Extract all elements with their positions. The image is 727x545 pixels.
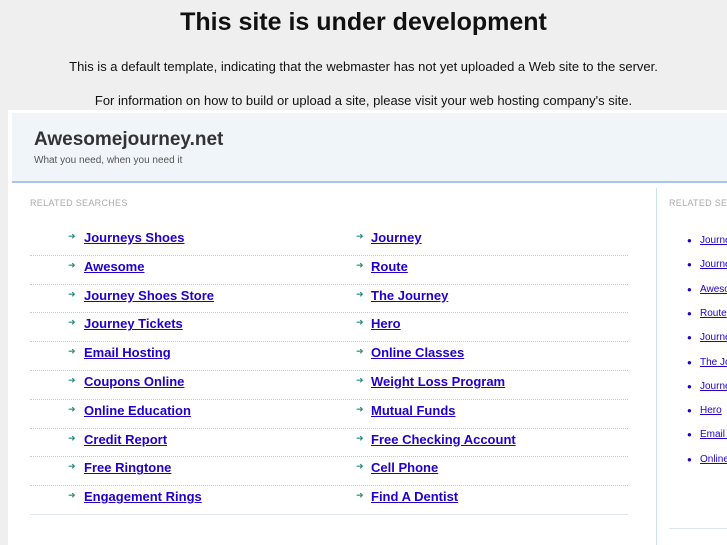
arrow-icon: ➜ xyxy=(356,231,364,241)
site-tagline: What you need, when you need it xyxy=(34,155,183,166)
arrow-icon: ➜ xyxy=(356,259,364,270)
sidebar-link[interactable]: The Journey xyxy=(700,357,727,368)
sidebar-link[interactable]: Journey xyxy=(700,259,727,270)
site-name[interactable]: Awesomejourney.net xyxy=(34,129,223,151)
sidebar-link[interactable]: Awesome xyxy=(700,284,727,295)
search-row: ➜ Journeys Shoes ➜ Journey xyxy=(30,226,628,256)
search-link[interactable]: Journey Shoes Store xyxy=(84,288,214,303)
search-link[interactable]: Journey xyxy=(371,230,422,245)
search-link[interactable]: Online Classes xyxy=(371,345,464,360)
related-searches-heading: RELATED SEARCHES xyxy=(30,198,128,208)
arrow-icon: ➜ xyxy=(356,490,364,501)
bullet-icon: ● xyxy=(687,236,692,245)
notice-line-1: This is a default template, indicating t… xyxy=(69,59,658,74)
search-link[interactable]: Cell Phone xyxy=(371,460,438,475)
site-header: Awesomejourney.net What you need, when y… xyxy=(12,113,727,183)
arrow-icon: ➜ xyxy=(356,375,364,385)
bullet-icon: ● xyxy=(687,430,692,440)
search-link[interactable]: Free Checking Account xyxy=(371,432,516,447)
search-link[interactable]: Mutual Funds xyxy=(371,403,456,418)
arrow-icon: ➜ xyxy=(356,461,364,472)
search-link[interactable]: Route xyxy=(371,259,408,274)
sidebar-divider xyxy=(669,528,727,529)
bullet-icon: ● xyxy=(687,454,692,464)
arrow-icon: ➜ xyxy=(356,288,364,299)
sidebar-link[interactable]: Route xyxy=(700,308,727,319)
search-row: ➜ Email Hosting ➜ Online Classes xyxy=(30,341,628,371)
arrow-icon: ➜ xyxy=(356,346,364,357)
bullet-icon: ● xyxy=(687,406,692,416)
arrow-icon: ➜ xyxy=(68,259,76,270)
search-row: ➜ Journey Tickets ➜ Hero xyxy=(30,312,628,343)
search-link[interactable]: Journey Tickets xyxy=(84,316,183,331)
bullet-icon: ● xyxy=(687,381,692,391)
arrow-icon: ➜ xyxy=(68,317,76,328)
sidebar-link[interactable]: Online Classes xyxy=(700,454,727,465)
bullet-icon: ● xyxy=(687,260,692,270)
search-row: ➜ Coupons Online ➜ Weight Loss Program xyxy=(30,370,628,400)
arrow-icon: ➜ xyxy=(68,403,76,414)
search-link[interactable]: Free Ringtone xyxy=(84,460,171,475)
page-title: This site is under development xyxy=(180,8,547,36)
sidebar-link[interactable]: Journey Shoes Store xyxy=(700,332,727,343)
sidebar-link[interactable]: Journey Tickets xyxy=(700,381,727,392)
notice-line-2: For information on how to build or uploa… xyxy=(94,93,633,108)
search-row: ➜ Free Ringtone ➜ Cell Phone xyxy=(30,456,628,487)
sidebar-link[interactable]: Hero xyxy=(700,405,727,416)
search-row: ➜ Engagement Rings ➜ Find A Dentist xyxy=(30,485,628,515)
arrow-icon: ➜ xyxy=(356,317,364,328)
search-link[interactable]: Find A Dentist xyxy=(371,489,458,504)
bullet-icon: ● xyxy=(687,308,692,318)
search-link[interactable]: Coupons Online xyxy=(84,374,184,389)
arrow-icon: ➜ xyxy=(68,490,76,501)
sidebar-heading: RELATED SEARCHES xyxy=(669,198,727,208)
arrow-icon: ➜ xyxy=(68,461,76,472)
search-row: ➜ Awesome ➜ Route xyxy=(30,255,628,285)
arrow-icon: ➜ xyxy=(68,432,76,443)
search-row: ➜ Credit Report ➜ Free Checking Account xyxy=(30,428,628,458)
search-link[interactable]: Online Education xyxy=(84,403,191,418)
search-link[interactable]: Hero xyxy=(371,316,401,331)
search-link[interactable]: The Journey xyxy=(371,288,448,303)
search-row: ➜ Journey Shoes Store ➜ The Journey xyxy=(30,284,628,314)
arrow-icon: ➜ xyxy=(68,346,76,357)
search-link[interactable]: Email Hosting xyxy=(84,345,171,360)
bullet-icon: ● xyxy=(687,357,692,367)
arrow-icon: ➜ xyxy=(356,403,364,414)
search-link[interactable]: Awesome xyxy=(84,259,144,274)
sidebar-link[interactable]: Email Hosting xyxy=(700,429,727,440)
search-link[interactable]: Credit Report xyxy=(84,432,167,447)
search-link[interactable]: Journeys Shoes xyxy=(84,230,184,245)
arrow-icon: ➜ xyxy=(68,231,76,241)
bullet-icon: ● xyxy=(687,333,692,343)
arrow-icon: ➜ xyxy=(68,288,76,299)
arrow-icon: ➜ xyxy=(356,432,364,443)
column-divider xyxy=(656,188,657,545)
search-link[interactable]: Weight Loss Program xyxy=(371,374,505,389)
parked-page-panel: Awesomejourney.net What you need, when y… xyxy=(8,110,727,545)
arrow-icon: ➜ xyxy=(68,375,76,385)
search-link[interactable]: Engagement Rings xyxy=(84,489,202,504)
sidebar-link[interactable]: Journeys Shoes xyxy=(700,235,727,246)
bullet-icon: ● xyxy=(687,284,692,294)
search-row: ➜ Online Education ➜ Mutual Funds xyxy=(30,399,628,429)
